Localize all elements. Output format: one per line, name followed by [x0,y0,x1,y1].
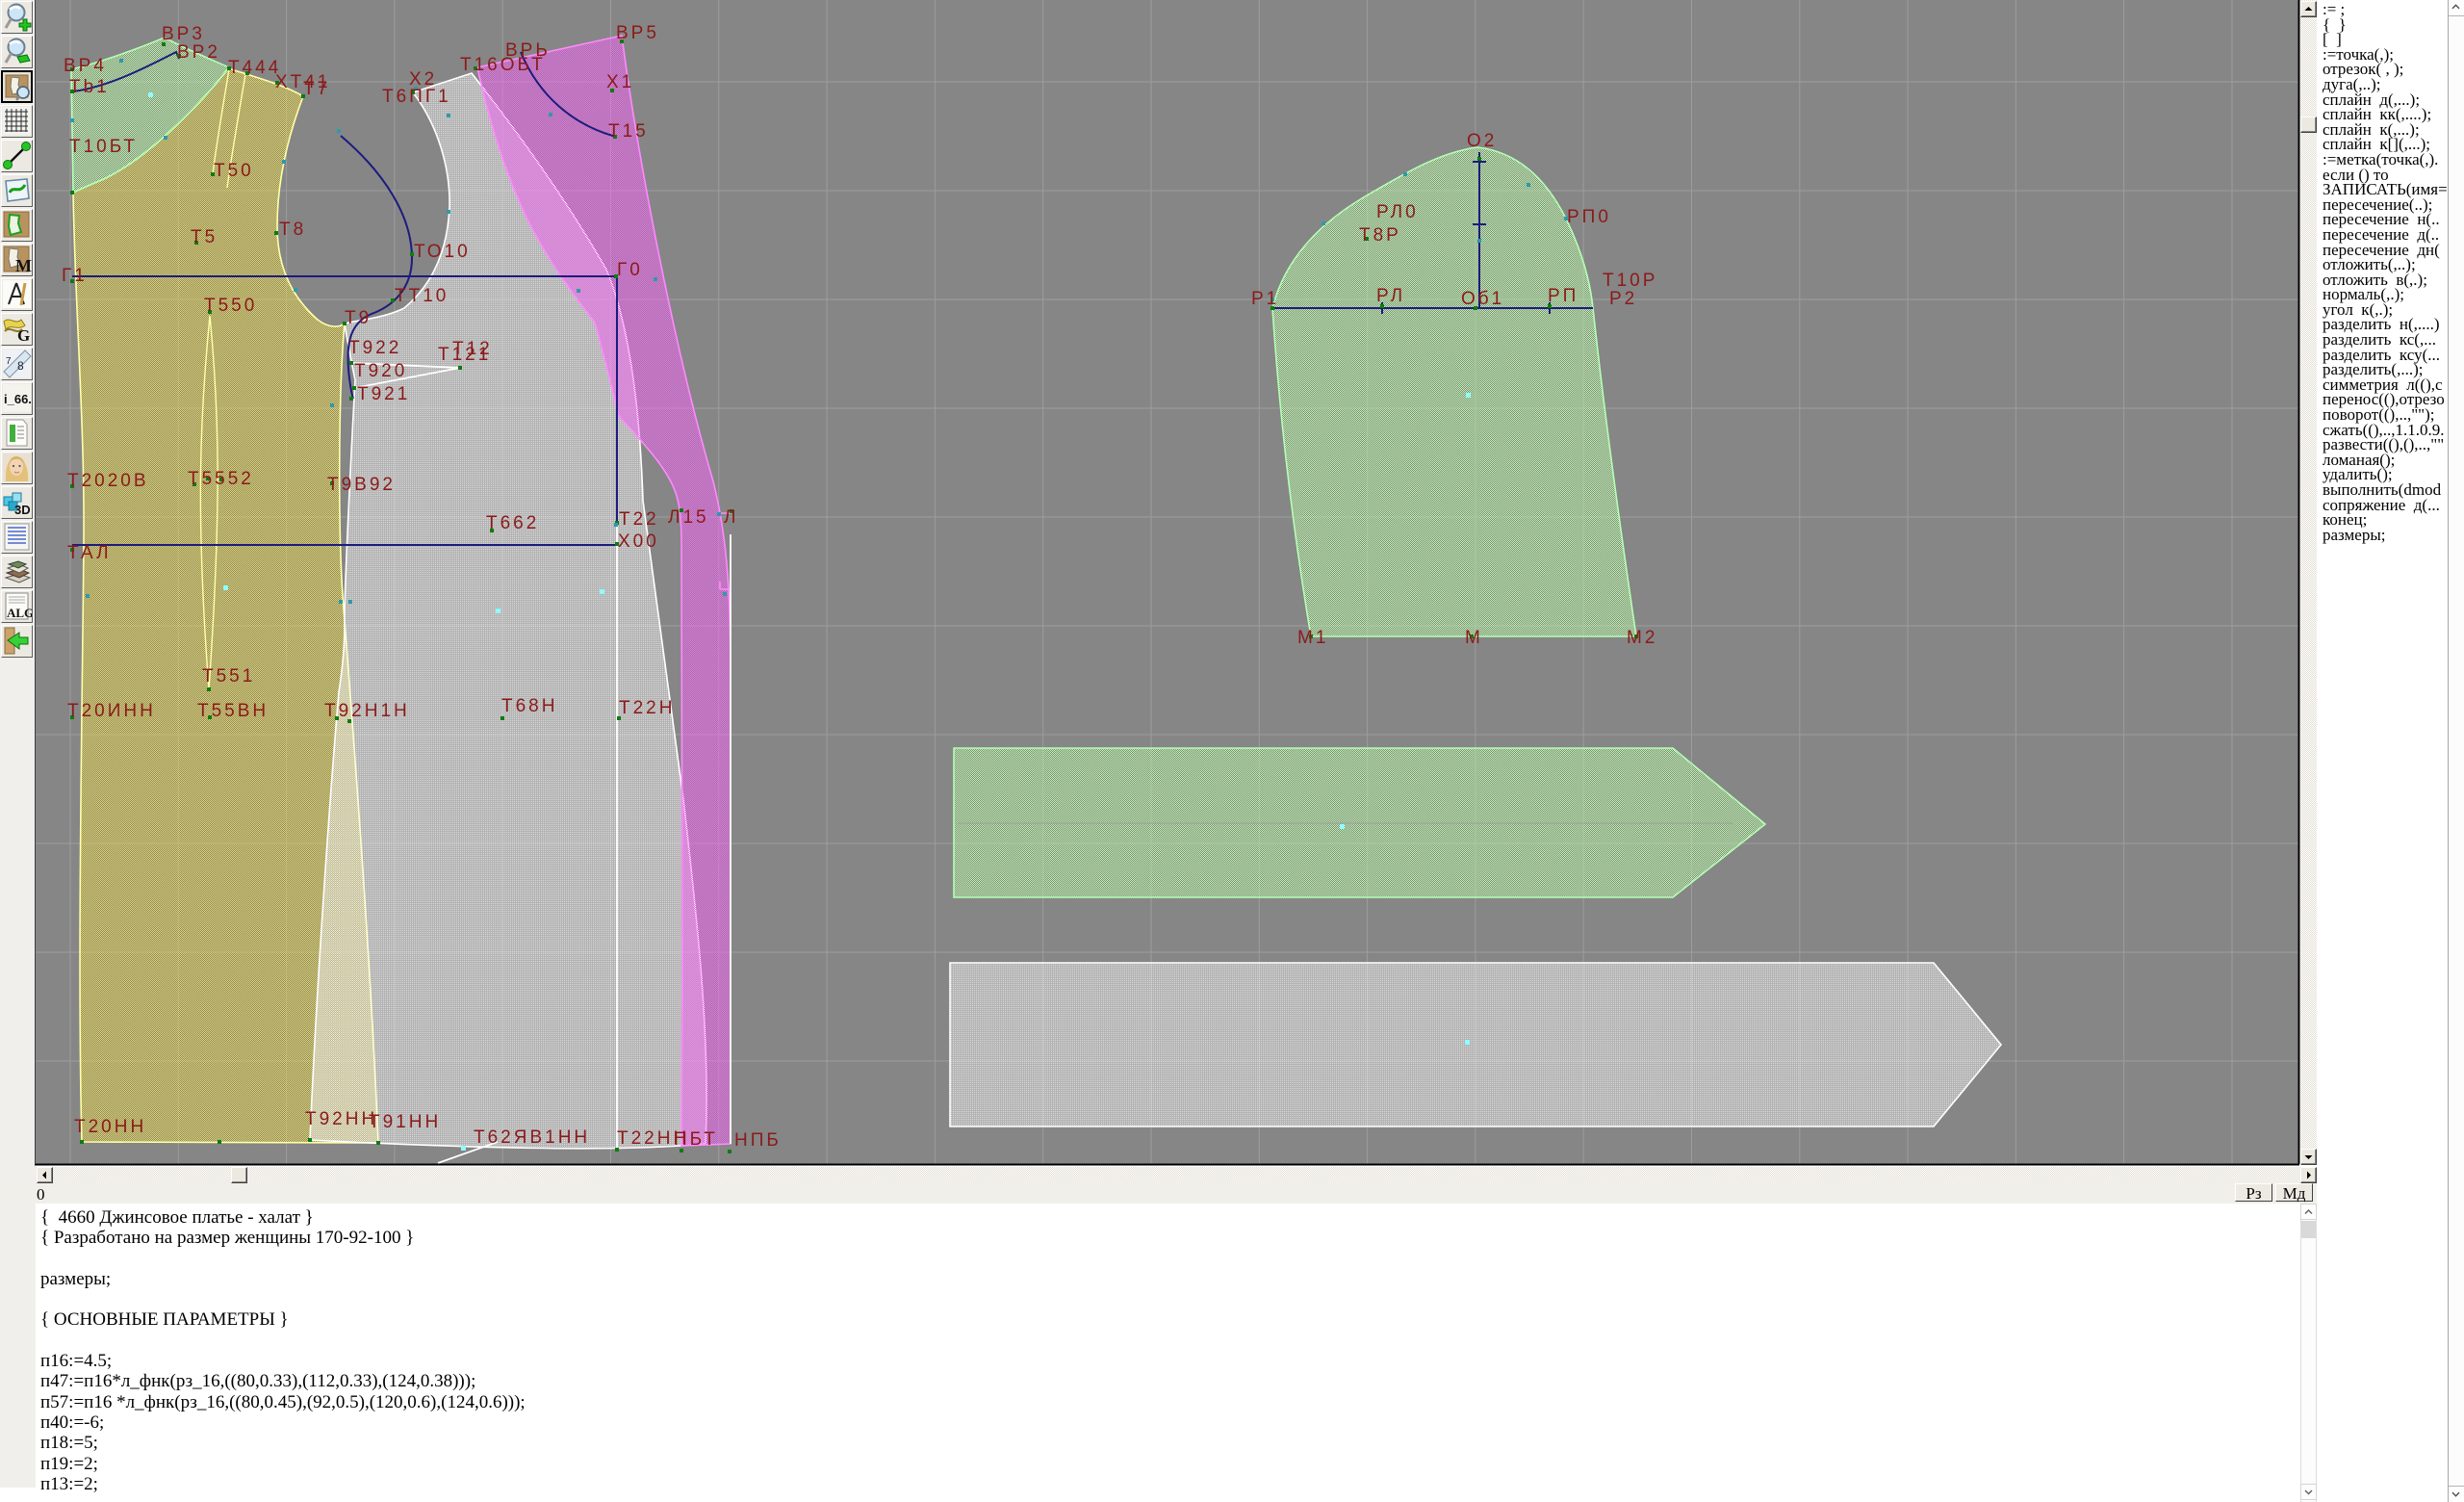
svg-text:Т62ЯВ1НН: Т62ЯВ1НН [474,1127,590,1148]
svg-text:М1: М1 [1297,628,1328,648]
svg-text:Л: Л [724,507,738,528]
svg-text:Т10БТ: Т10БТ [69,137,138,157]
svg-text:Т20НН: Т20НН [74,1117,146,1137]
svg-text:ПБТ: ПБТ [674,1129,718,1150]
svg-text:Т444: Т444 [228,58,281,78]
svg-text:Т922: Т922 [348,338,401,358]
svg-text:Л15: Л15 [668,507,709,528]
svg-text:Х00: Х00 [618,531,659,552]
svg-text:НПБ: НПБ [734,1130,782,1151]
svg-text:Р1: Р1 [1251,289,1279,309]
svg-text:РЛ: РЛ [1376,286,1405,306]
svg-text:Т9В92: Т9В92 [327,475,396,495]
svg-text:ВР4: ВР4 [64,56,107,76]
svg-text:Т55ВН: Т55ВН [197,701,269,721]
svg-text:ТО10: ТО10 [414,242,471,262]
svg-text:ВРЬ: ВРЬ [505,40,551,61]
svg-text:Т92Н1Н: Т92Н1Н [324,701,410,721]
svg-text:Т22Н: Т22Н [619,698,675,718]
svg-text:Т6ПГ1: Т6ПГ1 [382,87,451,107]
svg-text:Т68Н: Т68Н [501,696,557,716]
svg-text:Т921: Т921 [357,384,410,404]
svg-text:РП: РП [1548,286,1578,306]
svg-text:Т92НН: Т92НН [305,1109,377,1129]
svg-text:ВР2: ВР2 [177,42,220,63]
svg-text:М: М [1465,628,1483,648]
svg-text:Т550: Т550 [204,296,257,316]
svg-text:Т10Р: Т10Р [1603,271,1657,291]
svg-text:Г0: Г0 [617,260,643,280]
svg-text:ТТ10: ТТ10 [395,286,449,306]
svg-text:Т2020В: Т2020В [67,471,149,491]
svg-text:Т22: Т22 [619,509,659,530]
svg-text:РЛ0: РЛ0 [1376,202,1419,222]
svg-text:Х1: Х1 [606,72,634,92]
svg-text:Т15: Т15 [608,121,649,142]
svg-text:ВР3: ВР3 [162,24,205,44]
svg-text:Т5: Т5 [191,227,218,247]
svg-text:Т662: Т662 [486,513,539,533]
svg-text:М2: М2 [1627,628,1657,648]
svg-text:Г1: Г1 [62,266,88,286]
svg-text:Т12: Т12 [452,339,493,359]
svg-text:Т20ИНН: Т20ИНН [67,701,156,721]
svg-text:Т91НН: Т91НН [369,1112,441,1132]
svg-text:ВР5: ВР5 [616,23,659,43]
svg-text:ТАЛ: ТАЛ [67,543,112,563]
svg-text:Т8: Т8 [279,220,306,240]
svg-text:Об1: Об1 [1461,289,1504,309]
svg-text:Т5552: Т5552 [188,469,254,489]
svg-text:Т920: Т920 [354,361,407,381]
svg-text:Т50: Т50 [214,161,254,181]
svg-text:РП0: РП0 [1567,207,1611,227]
svg-text:О2: О2 [1467,131,1497,151]
svg-text:Т7: Т7 [303,79,330,99]
svg-text:Р2: Р2 [1609,289,1637,309]
svg-text:Т9: Т9 [345,308,372,328]
svg-text:Тb1: Тb1 [69,77,110,97]
svg-text:Т551: Т551 [202,666,255,686]
svg-text:Т8Р: Т8Р [1359,225,1401,246]
